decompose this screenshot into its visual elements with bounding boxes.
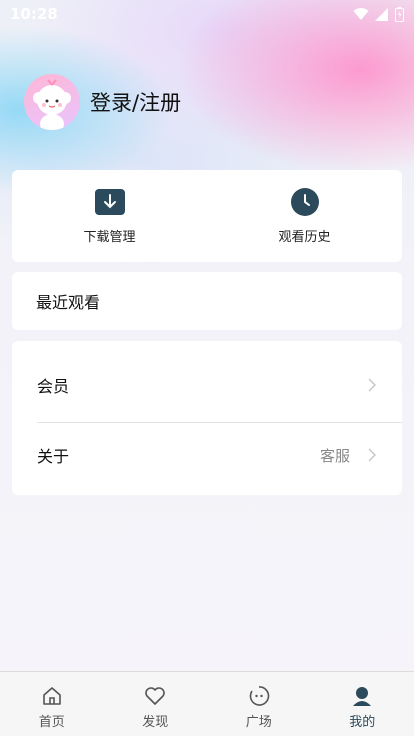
- signal-icon: [375, 7, 388, 21]
- download-manager-button[interactable]: 下载管理: [12, 170, 207, 262]
- status-icons: [353, 6, 404, 22]
- tab-mine-label: 我的: [349, 715, 376, 730]
- tab-mine[interactable]: 我的: [311, 672, 414, 736]
- about-row[interactable]: 关于 客服: [37, 417, 402, 493]
- tab-home[interactable]: 首页: [0, 672, 104, 736]
- settings-menu-card: 会员 关于 客服: [12, 341, 402, 495]
- download-manager-label: 下载管理: [83, 229, 136, 245]
- smile-icon: [249, 686, 270, 706]
- tab-square[interactable]: 广场: [207, 672, 311, 736]
- about-row-right: 客服: [320, 445, 376, 466]
- status-bar: 10:28: [0, 0, 414, 28]
- recently-watched-card[interactable]: 最近观看: [12, 272, 402, 330]
- chevron-right-icon: [368, 378, 376, 391]
- tab-square-label: 广场: [245, 715, 272, 730]
- member-row[interactable]: 会员: [37, 347, 402, 423]
- tab-discover-label: 发现: [142, 715, 169, 730]
- customer-service-label[interactable]: 客服: [320, 445, 350, 466]
- recently-watched-label: 最近观看: [36, 293, 101, 312]
- heart-icon: [145, 687, 166, 705]
- clock-icon: [290, 187, 320, 216]
- avatar-icon: [33, 79, 71, 130]
- wifi-icon: [353, 7, 369, 20]
- user-icon: [353, 687, 372, 706]
- member-label: 会员: [37, 376, 70, 396]
- home-icon: [42, 687, 61, 705]
- about-label: 关于: [37, 447, 70, 466]
- quick-actions-card: 下载管理 观看历史: [12, 170, 402, 262]
- profile-header[interactable]: 登录/注册: [24, 74, 181, 130]
- download-icon: [94, 188, 125, 216]
- bottom-tab-bar: 首页 发现 广场 我的: [0, 671, 414, 736]
- watch-history-label: 观看历史: [278, 229, 331, 245]
- avatar[interactable]: [24, 74, 80, 130]
- watch-history-button[interactable]: 观看历史: [207, 170, 402, 262]
- status-time: 10:28: [10, 5, 58, 23]
- tab-discover[interactable]: 发现: [104, 672, 208, 736]
- tab-home-label: 首页: [38, 715, 65, 730]
- chevron-right-icon: [368, 448, 376, 462]
- battery-icon: [395, 6, 404, 22]
- login-register-link[interactable]: 登录/注册: [90, 87, 181, 117]
